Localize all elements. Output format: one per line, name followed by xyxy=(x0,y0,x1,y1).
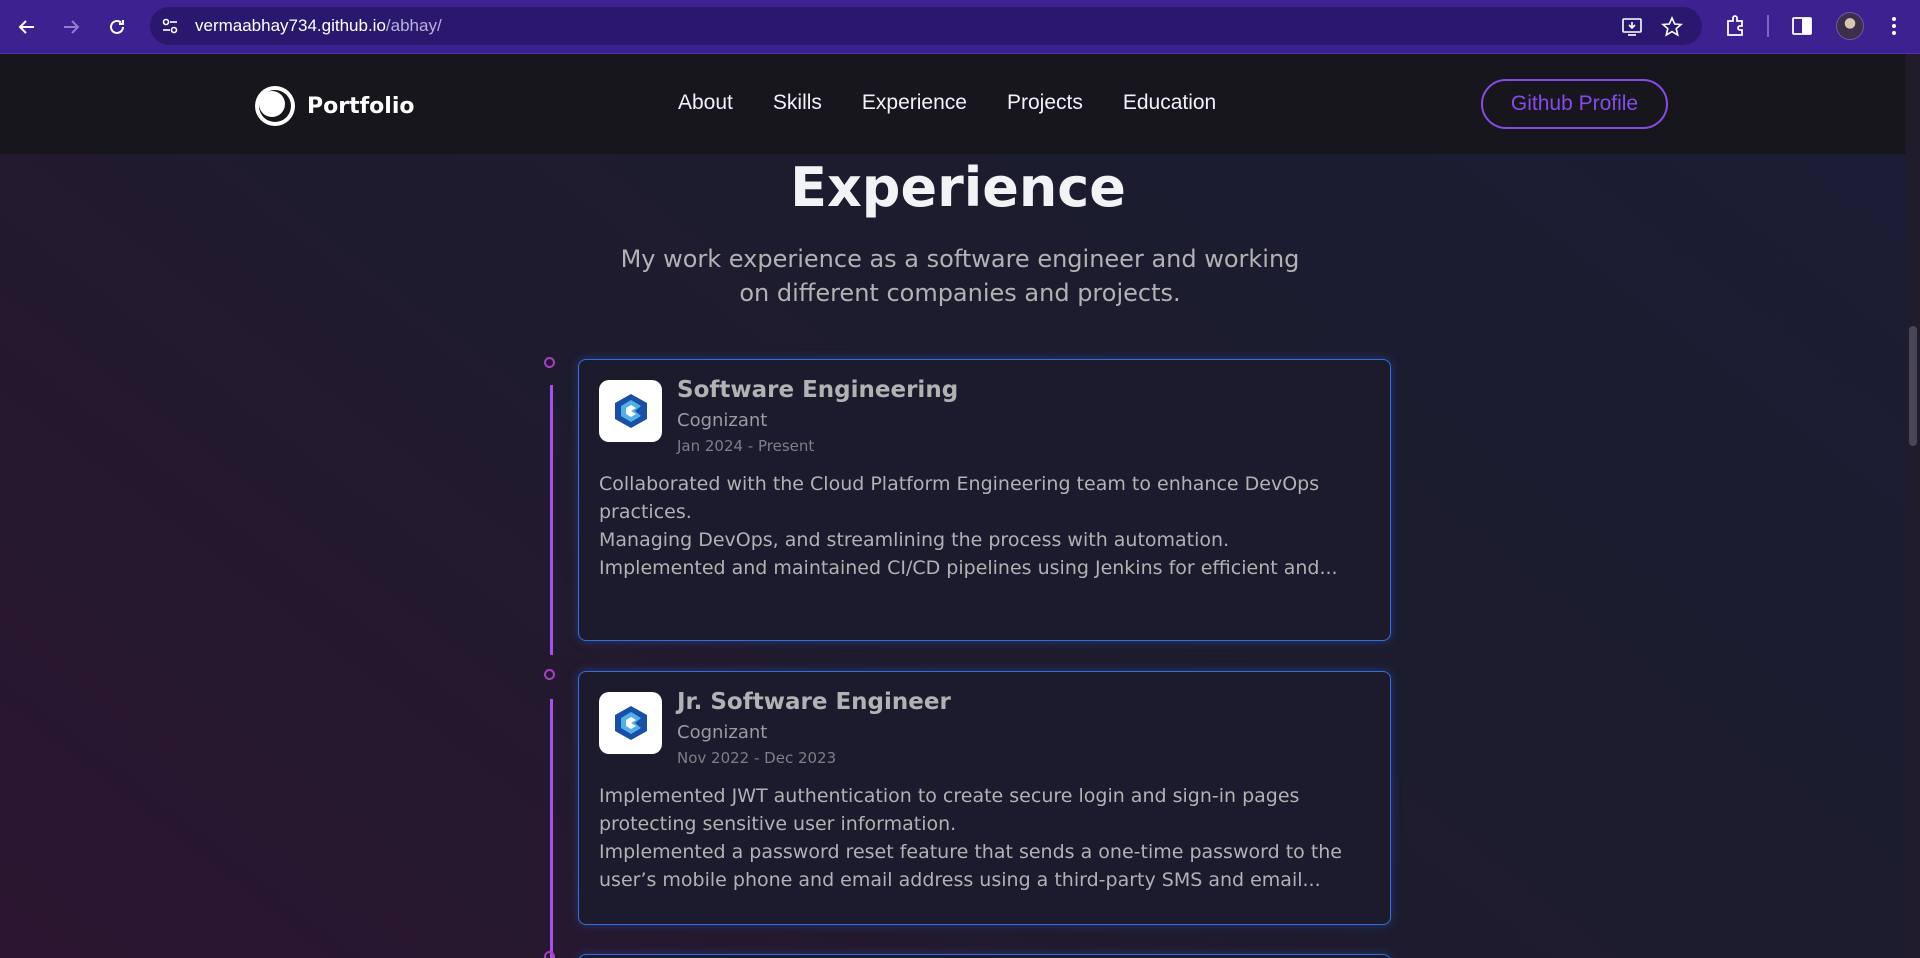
site-navbar: Portfolio About Skills Experience Projec… xyxy=(0,54,1920,154)
nav-menu: About Skills Experience Projects Educati… xyxy=(678,91,1256,115)
description-line: Implemented JWT authentication to create… xyxy=(599,785,1300,807)
section-description: My work experience as a software enginee… xyxy=(620,245,1300,307)
cognizant-logo-icon xyxy=(614,706,647,740)
description-line: practices. xyxy=(599,501,692,523)
timeline-dot xyxy=(544,951,555,958)
scrollbar-thumb[interactable] xyxy=(1909,326,1917,446)
description-line: Implemented and maintained CI/CD pipelin… xyxy=(599,557,1338,579)
toolbar-divider xyxy=(1767,15,1769,37)
timeline-dot xyxy=(544,669,555,680)
cognizant-logo-icon xyxy=(614,394,647,428)
experience-card[interactable]: Jr. Software Engineer Cognizant Nov 2022… xyxy=(578,671,1391,925)
reload-icon[interactable] xyxy=(102,12,132,42)
section-title: Experience xyxy=(790,156,1126,219)
description-line: protecting sensitive user information. xyxy=(599,813,957,835)
nav-link-education[interactable]: Education xyxy=(1123,91,1216,115)
company-name: Cognizant xyxy=(677,410,768,431)
job-title: Software Engineering xyxy=(677,377,959,403)
browser-toolbar: vermaabhay734.github.io/abhay/ xyxy=(0,0,1920,54)
page-content: Portfolio About Skills Experience Projec… xyxy=(0,54,1920,958)
side-panel-icon[interactable] xyxy=(1789,13,1815,39)
forward-icon[interactable] xyxy=(56,12,86,42)
nav-link-projects[interactable]: Projects xyxy=(1007,91,1083,115)
job-description: Collaborated with the Cloud Platform Eng… xyxy=(599,470,1359,582)
extensions-icon[interactable] xyxy=(1723,13,1749,39)
description-line: Collaborated with the Cloud Platform Eng… xyxy=(599,473,1320,495)
nav-link-experience[interactable]: Experience xyxy=(862,91,967,115)
page-scrollbar[interactable] xyxy=(1906,54,1920,958)
timeline-connector xyxy=(550,385,553,655)
company-logo xyxy=(599,692,662,754)
profile-avatar[interactable] xyxy=(1836,12,1864,40)
nav-link-skills[interactable]: Skills xyxy=(773,91,822,115)
bookmark-star-icon[interactable] xyxy=(1661,16,1683,38)
description-line: user’s mobile phone and email address us… xyxy=(599,869,1321,891)
experience-card[interactable]: Software Engineering Cognizant Jan 2024 … xyxy=(578,359,1391,641)
logo-text: Portfolio xyxy=(307,93,415,119)
company-name: Cognizant xyxy=(677,722,768,743)
url-host: vermaabhay734.github.io xyxy=(195,16,386,35)
job-date: Jan 2024 - Present xyxy=(677,437,815,455)
description-line: Managing DevOps, and streamlining the pr… xyxy=(599,529,1230,551)
job-description: Implemented JWT authentication to create… xyxy=(599,782,1359,894)
experience-card[interactable] xyxy=(578,954,1391,958)
job-date: Nov 2022 - Dec 2023 xyxy=(677,749,837,767)
site-logo[interactable]: Portfolio xyxy=(253,84,415,128)
url-text[interactable]: vermaabhay734.github.io/abhay/ xyxy=(195,16,442,36)
job-title: Jr. Software Engineer xyxy=(677,689,951,715)
address-bar[interactable]: vermaabhay734.github.io/abhay/ xyxy=(150,7,1702,45)
github-profile-button[interactable]: Github Profile xyxy=(1481,79,1668,129)
url-path: /abhay/ xyxy=(385,16,442,35)
nav-link-about[interactable]: About xyxy=(678,91,733,115)
back-icon[interactable] xyxy=(12,12,42,42)
timeline-dot xyxy=(544,357,555,368)
menu-dots-icon[interactable] xyxy=(1881,13,1907,39)
site-info-icon[interactable] xyxy=(160,16,180,36)
logo-icon xyxy=(255,86,295,126)
company-logo xyxy=(599,380,662,442)
description-line: Implemented a password reset feature tha… xyxy=(599,841,1342,863)
timeline-connector xyxy=(550,699,553,958)
install-app-icon[interactable] xyxy=(1621,16,1643,38)
